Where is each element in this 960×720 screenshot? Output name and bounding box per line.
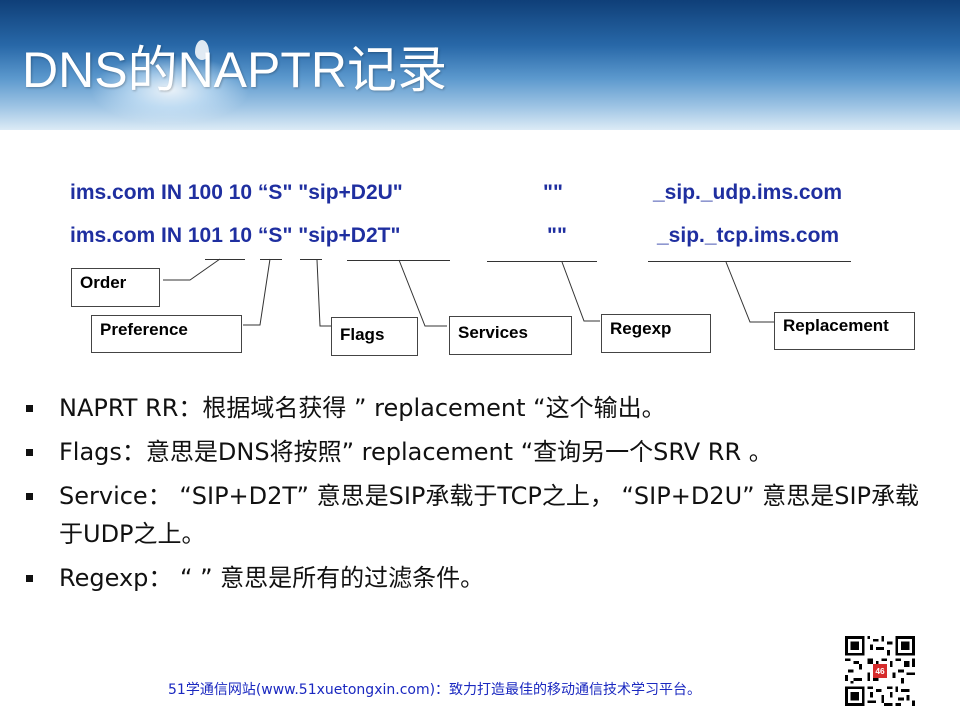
bullet-text: Service： “SIP+D2T” 意思是SIP承载于TCP之上， “SIP+…: [59, 482, 919, 548]
bullet-text: NAPRT RR：根据域名获得 ” replacement “这个输出。: [59, 394, 666, 422]
preference-label-box: Preference: [91, 315, 242, 353]
services-label-box: Services: [449, 316, 572, 355]
replacement-leader: [725, 261, 775, 323]
qr-code-icon: 46: [845, 636, 915, 706]
flags-leader: [316, 259, 331, 327]
explanation-list: NAPRT RR：根据域名获得 ” replacement “这个输出。 Fla…: [26, 390, 926, 604]
replacement-label-box: Replacement: [774, 312, 915, 350]
bullet-square-icon: [26, 493, 33, 501]
bullet-text: Regexp： “ ” 意思是所有的过滤条件。: [59, 563, 485, 592]
list-item: Flags：意思是DNS将按照” replacement “查询另一个SRV R…: [26, 434, 926, 471]
bullet-square-icon: [26, 574, 33, 582]
bullet-text: Flags：意思是DNS将按照” replacement “查询另一个SRV R…: [59, 438, 773, 467]
list-item: NAPRT RR：根据域名获得 ” replacement “这个输出。: [26, 390, 926, 427]
footer-link[interactable]: 51学通信网站(www.51xuetongxin.com)：致力打造最佳的移动通…: [168, 679, 701, 699]
order-label-box: Order: [71, 268, 160, 307]
bullet-square-icon: [26, 449, 33, 457]
flags-label-box: Flags: [331, 317, 418, 356]
order-leader: [163, 258, 221, 281]
list-item: Regexp： “ ” 意思是所有的过滤条件。: [26, 560, 926, 597]
qr-badge-text: 46: [875, 666, 885, 676]
regexp-leader: [561, 261, 600, 322]
list-item: Service： “SIP+D2T” 意思是SIP承载于TCP之上， “SIP+…: [26, 478, 926, 552]
regexp-label-box: Regexp: [601, 314, 711, 353]
preference-leader: [243, 258, 271, 326]
bullet-square-icon: [26, 405, 33, 412]
leader-lines: [163, 258, 775, 327]
